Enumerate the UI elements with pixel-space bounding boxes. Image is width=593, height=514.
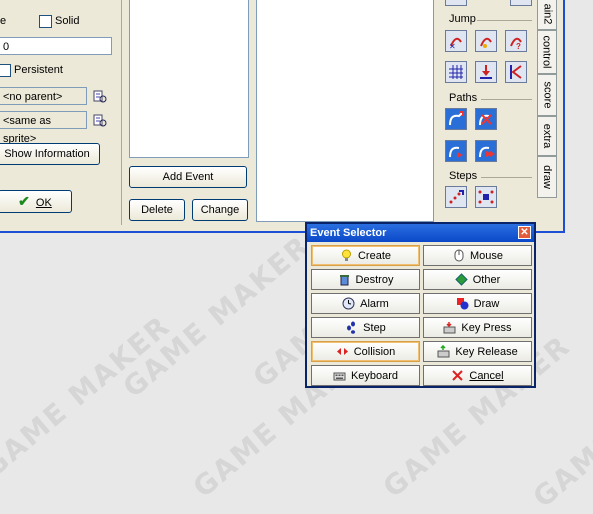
alarm-label: Alarm [360,297,389,310]
alarm-clock-icon [342,297,355,310]
events-list[interactable] [129,0,249,158]
trash-icon [338,273,351,286]
depth-field[interactable]: 0 [0,37,112,55]
key-press-label: Key Press [461,321,512,334]
keyboard-icon [333,369,346,382]
mouse-event-button[interactable]: Mouse [423,245,532,266]
visible-label-partial: e [0,15,7,27]
step-label: Step [363,321,386,334]
ok-button[interactable]: ✔ OK [0,190,72,213]
key-release-label: Key Release [455,345,518,358]
destroy-label: Destroy [355,273,394,286]
persistent-checkbox[interactable] [0,64,11,77]
other-event-button[interactable]: Other [423,269,532,290]
event-selector-title-bar: Event Selector [307,224,534,242]
parent-menu-icon[interactable] [93,89,107,103]
mouse-label: Mouse [469,249,504,262]
mouse-icon [452,249,465,262]
action-palette: Jump ✕ ? Paths Steps [437,0,537,221]
svg-text:✕: ✕ [449,42,456,50]
cancel-button[interactable]: Cancel [423,365,532,386]
wrap-screen-icon[interactable] [475,61,497,83]
solid-label: Solid [55,15,80,27]
jump-random-icon[interactable]: ? [505,30,527,52]
add-event-button[interactable]: Add Event [129,166,247,188]
key-press-event-button[interactable]: Key Press [423,317,532,338]
add-event-label: Add Event [162,171,214,183]
key-release-icon [437,344,450,358]
mask-field[interactable]: <same as sprite> [0,111,87,145]
other-label: Other [472,273,501,286]
step-avoiding-icon[interactable] [475,186,497,208]
keyboard-label: Keyboard [350,369,399,382]
mask-menu-icon[interactable] [93,113,107,127]
step-event-button[interactable]: Step [311,317,420,338]
event-selector-title: Event Selector [310,227,387,239]
watermark: GAME MAKER [526,339,593,514]
create-label: Create [357,249,392,262]
palette-top-button-2[interactable] [510,0,532,6]
step-towards-icon[interactable] [445,186,467,208]
align-to-grid-icon[interactable] [445,61,467,83]
path-position-icon[interactable] [445,140,467,162]
destroy-event-button[interactable]: Destroy [311,269,420,290]
actions-list[interactable] [256,0,434,222]
steps-icon [345,321,358,334]
checkmark-icon: ✔ [18,193,30,209]
palette-top-button-1[interactable] [445,0,467,6]
ok-label: OK [35,197,52,209]
draw-event-button[interactable]: Draw [423,293,532,314]
cancel-x-icon [451,369,464,382]
end-path-icon[interactable] [475,108,497,130]
paths-group-label: Paths [449,92,478,104]
panel-divider [121,0,122,225]
collision-icon [336,345,349,358]
other-icon [455,273,468,286]
jump-to-position-icon[interactable]: ✕ [445,30,467,52]
svg-text:?: ? [516,42,521,50]
event-selector-window: Event Selector ✕ Create Mouse Destroy Ot… [305,222,536,388]
solid-checkbox[interactable] [39,15,52,28]
key-release-event-button[interactable]: Key Release [423,341,532,362]
tab-draw[interactable]: draw [537,156,557,198]
path-speed-icon[interactable] [475,140,497,162]
alarm-event-button[interactable]: Alarm [311,293,420,314]
tab-extra[interactable]: extra [537,116,557,156]
change-event-button[interactable]: Change [192,199,248,221]
close-icon[interactable]: ✕ [518,226,531,239]
cancel-label: Cancel [469,369,504,382]
collision-event-button[interactable]: Collision [311,341,420,362]
object-properties-window: e Solid 0 Persistent <no parent> <same a… [0,0,565,233]
create-event-button[interactable]: Create [311,245,420,266]
show-information-label: Show Information [4,148,90,160]
draw-icon [456,297,469,310]
tab-main2[interactable]: ain2 [537,0,557,30]
show-information-button[interactable]: Show Information [0,143,100,165]
watermark: GAME MAKER [116,228,317,405]
watermark: GAME MAKER [0,308,177,485]
lightbulb-icon [340,249,353,262]
keyboard-event-button[interactable]: Keyboard [311,365,420,386]
tab-score[interactable]: score [537,74,557,116]
key-press-icon [443,321,456,334]
collision-label: Collision [353,345,396,358]
change-label: Change [200,204,240,216]
draw-label: Draw [473,297,500,310]
tab-control[interactable]: control [537,30,557,74]
bounce-icon[interactable] [505,61,527,83]
jump-group-label: Jump [449,13,476,25]
set-path-icon[interactable] [445,108,467,130]
jump-to-start-icon[interactable] [475,30,497,52]
delete-event-button[interactable]: Delete [129,199,185,221]
persistent-label: Persistent [14,64,63,76]
steps-group-label: Steps [449,170,478,182]
delete-label: Delete [141,204,173,216]
parent-field[interactable]: <no parent> [0,87,87,105]
